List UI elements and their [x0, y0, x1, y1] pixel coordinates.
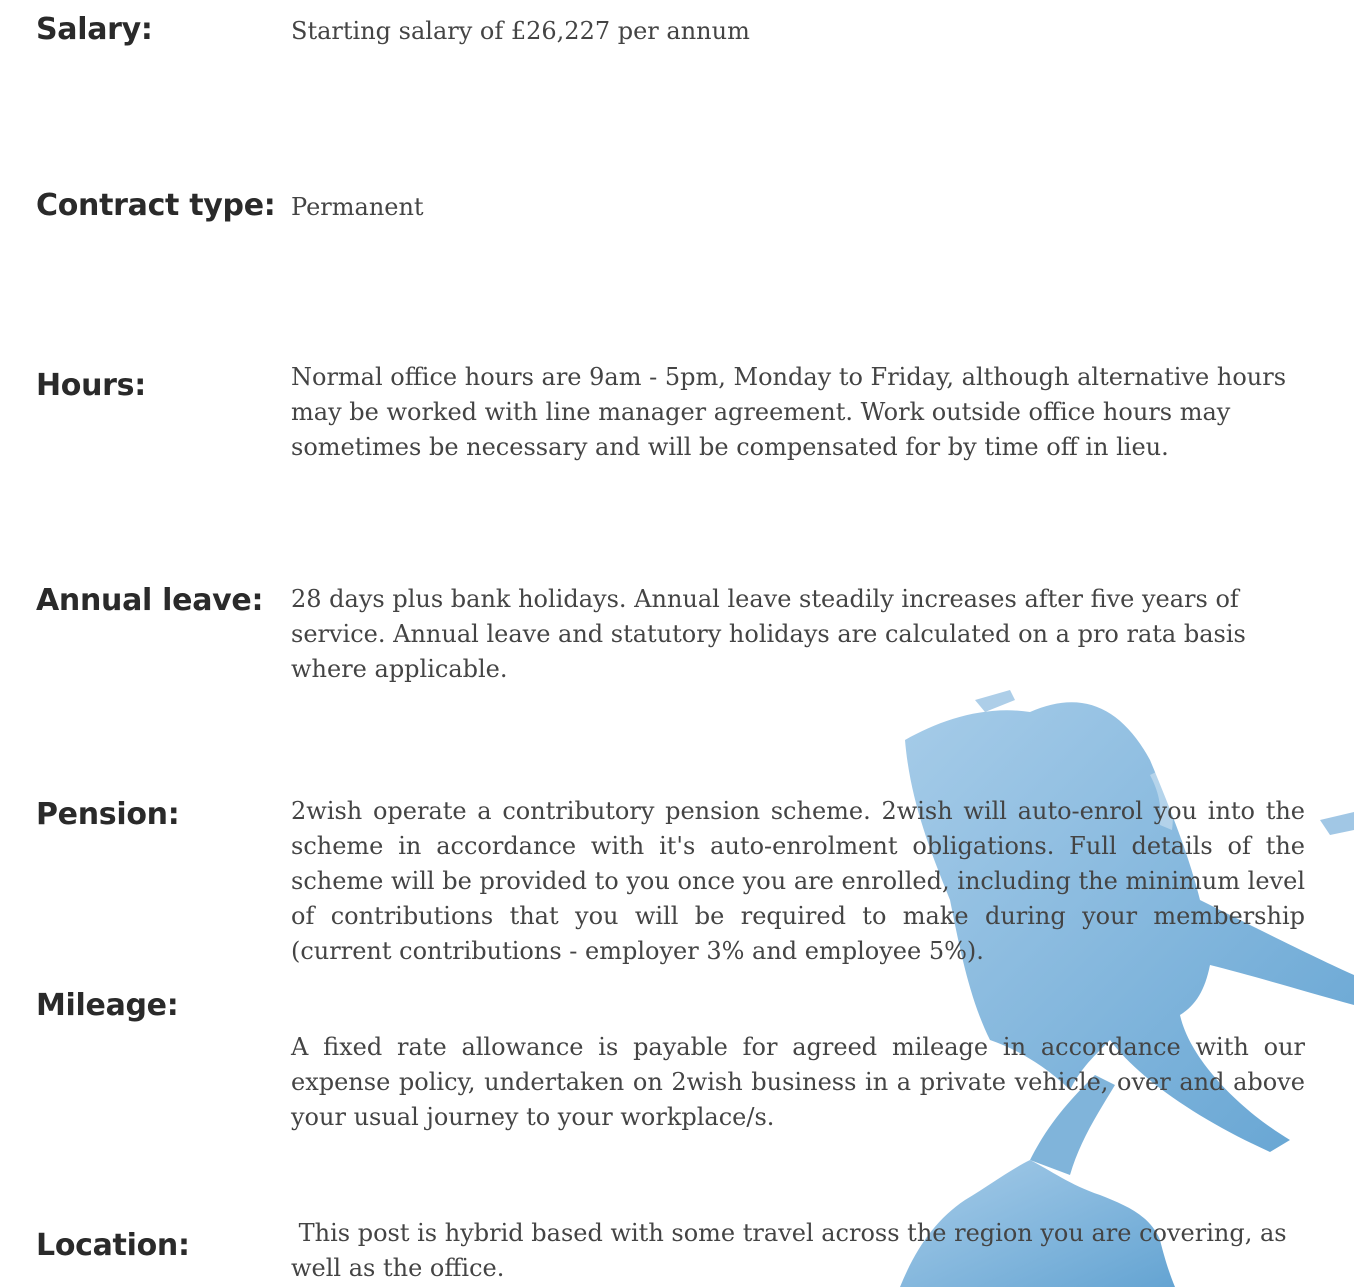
salary-label: Salary: [36, 12, 153, 47]
hours-value: Normal office hours are 9am - 5pm, Monda… [291, 363, 1287, 461]
pension-value: 2wish operate a contributory pension sch… [291, 797, 1305, 965]
pension-label: Pension: [36, 797, 180, 832]
annual-leave-label: Annual leave: [36, 583, 264, 618]
mileage-label: Mileage: [36, 988, 179, 1023]
contract-type-label: Contract type: [36, 188, 276, 223]
salary-value: Starting salary of £26,227 per annum [291, 17, 750, 45]
location-value: This post is hybrid based with some trav… [291, 1219, 1295, 1282]
annual-leave-value: 28 days plus bank holidays. Annual leave… [291, 585, 1246, 683]
contract-type-value: Permanent [291, 193, 424, 221]
hours-label: Hours: [36, 368, 146, 403]
location-label: Location: [36, 1228, 190, 1263]
mileage-value: A fixed rate allowance is payable for ag… [291, 1033, 1305, 1131]
